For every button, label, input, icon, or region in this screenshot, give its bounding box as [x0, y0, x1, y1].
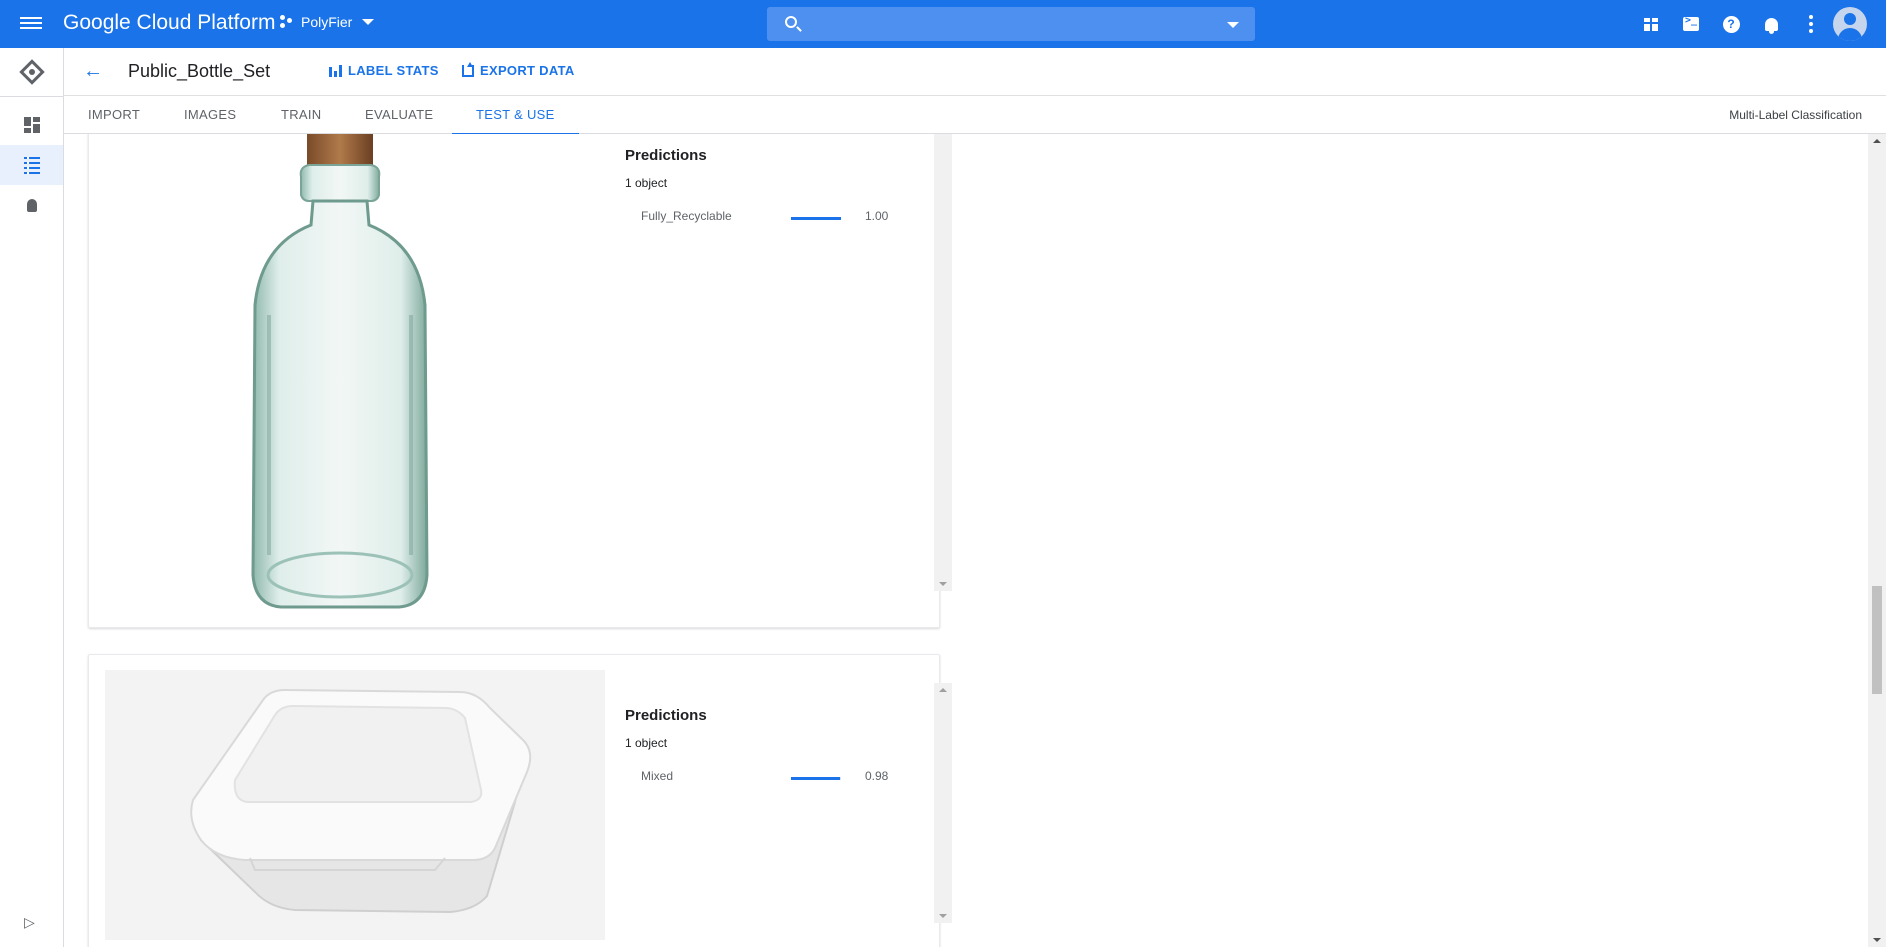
- expand-icon[interactable]: ▷: [24, 914, 35, 931]
- label-stats-label: LABEL STATS: [348, 63, 439, 78]
- gift-icon[interactable]: [1639, 12, 1663, 36]
- takeout-box-image: [105, 670, 605, 940]
- tab-test-and-use[interactable]: TEST & USE: [452, 96, 579, 135]
- scroll-up-icon[interactable]: [939, 688, 947, 692]
- label-stats-button[interactable]: LABEL STATS: [329, 63, 439, 78]
- cloud-shell-icon[interactable]: [1679, 12, 1703, 36]
- dataset-title: Public_Bottle_Set: [128, 61, 271, 81]
- search-icon: [785, 16, 797, 28]
- test-results: Predictions 1 object Fully_Recyclable 1.…: [64, 134, 1868, 947]
- prediction-label: Mixed: [641, 769, 674, 783]
- prediction-card: Predictions 1 object Fully_Recyclable 1.…: [88, 134, 952, 628]
- prediction-count: 1 object: [625, 736, 668, 750]
- left-nav-rail: ▷: [0, 48, 64, 947]
- predictions-scrollbar[interactable]: [934, 134, 952, 591]
- upload-icon: [462, 61, 474, 77]
- rail-divider: [0, 96, 64, 97]
- tab-import[interactable]: IMPORT: [88, 96, 140, 134]
- prediction-label: Fully_Recyclable: [641, 209, 732, 223]
- back-arrow-icon[interactable]: ←: [83, 61, 103, 81]
- scroll-down-icon[interactable]: [939, 582, 947, 586]
- predictions-panel: Predictions 1 object: [625, 147, 707, 190]
- confidence-bar: [791, 217, 841, 220]
- tab-images[interactable]: IMAGES: [184, 96, 236, 134]
- prediction-count: 1 object: [625, 176, 668, 190]
- help-icon[interactable]: ?: [1719, 12, 1743, 36]
- prediction-card: Predictions 1 object Mixed 0.98: [88, 654, 952, 947]
- glass-bottle-image: [251, 134, 429, 609]
- account-avatar[interactable]: [1833, 7, 1867, 41]
- search-bar[interactable]: [767, 7, 1255, 41]
- dataset-header: ← Public_Bottle_Set LABEL STATS EXPORT D…: [64, 48, 1886, 96]
- confidence-score: 1.00: [865, 209, 889, 223]
- more-vert-icon[interactable]: [1799, 12, 1823, 36]
- page-scrollbar[interactable]: [1868, 134, 1886, 947]
- search-dropdown-icon[interactable]: [1227, 22, 1239, 28]
- project-selector[interactable]: PolyFier: [279, 14, 375, 30]
- menu-icon[interactable]: [20, 14, 42, 34]
- project-name: PolyFier: [301, 14, 353, 30]
- confidence-bar: [791, 777, 841, 780]
- confidence-fill: [791, 777, 840, 780]
- scrollbar-thumb[interactable]: [1872, 586, 1882, 694]
- datasets-icon[interactable]: [0, 145, 63, 185]
- scroll-up-icon[interactable]: [1873, 139, 1881, 143]
- confidence-score: 0.98: [865, 769, 889, 783]
- notifications-icon[interactable]: [1759, 12, 1783, 36]
- lightbulb-icon[interactable]: [0, 185, 63, 225]
- prediction-row: Fully_Recyclable 1.00: [641, 209, 891, 229]
- predictions-heading: Predictions: [625, 147, 707, 164]
- scroll-down-icon[interactable]: [1873, 938, 1881, 942]
- bar-chart-icon: [329, 64, 342, 77]
- classification-mode: Multi-Label Classification: [1729, 108, 1862, 122]
- tab-evaluate[interactable]: EVALUATE: [365, 96, 433, 134]
- export-data-label: EXPORT DATA: [480, 63, 575, 78]
- prediction-row: Mixed 0.98: [641, 769, 891, 789]
- project-icon: [279, 14, 295, 30]
- scroll-down-icon[interactable]: [939, 914, 947, 918]
- tab-train[interactable]: TRAIN: [281, 96, 322, 134]
- dashboard-icon[interactable]: [0, 105, 63, 145]
- predictions-panel: Predictions 1 object: [625, 707, 707, 750]
- brand-title[interactable]: Google Cloud Platform: [63, 11, 275, 35]
- dataset-tabs: IMPORT IMAGES TRAIN EVALUATE TEST & USE …: [64, 96, 1886, 135]
- predictions-heading: Predictions: [625, 707, 707, 724]
- top-app-bar: Google Cloud Platform PolyFier ?: [0, 0, 1886, 48]
- chevron-down-icon: [362, 19, 375, 25]
- automl-vision-logo[interactable]: [19, 59, 45, 85]
- confidence-fill: [791, 217, 841, 220]
- predictions-scrollbar[interactable]: [934, 683, 952, 923]
- export-data-button[interactable]: EXPORT DATA: [462, 61, 575, 78]
